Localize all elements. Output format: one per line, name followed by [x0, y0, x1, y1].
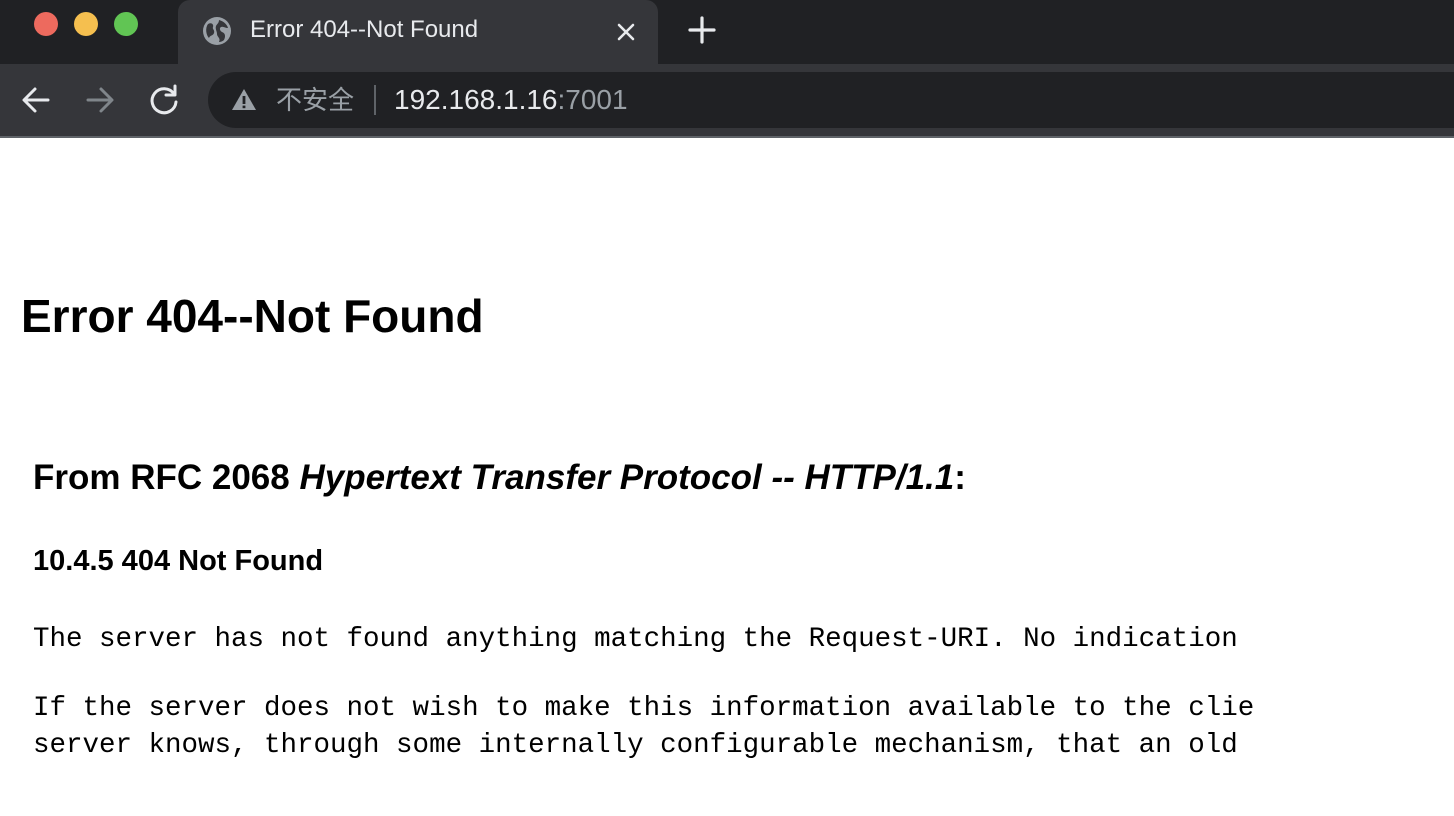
globe-icon [202, 16, 232, 46]
section-heading: 10.4.5 404 Not Found [33, 545, 324, 577]
browser-toolbar: 不安全 192.168.1.16:7001 [0, 64, 1454, 136]
rfc-heading: From RFC 2068 Hypertext Transfer Protoco… [33, 456, 966, 500]
rfc-suffix: : [954, 458, 966, 497]
url-text[interactable]: 192.168.1.16:7001 [394, 84, 628, 116]
arrow-right-icon[interactable] [82, 82, 118, 118]
omnibox-divider [374, 85, 376, 115]
plus-icon[interactable] [686, 14, 718, 46]
url-host: 192.168.1.16 [394, 84, 558, 115]
rfc-title: Hypertext Transfer Protocol -- HTTP/1.1 [299, 458, 955, 497]
tab-strip: Error 404--Not Found [0, 0, 1454, 64]
security-label[interactable]: 不安全 [276, 84, 354, 116]
window-maximize-button[interactable] [114, 12, 138, 36]
window-close-button[interactable] [34, 12, 58, 36]
page-content: Error 404--Not Found From RFC 2068 Hyper… [0, 138, 1454, 816]
body-paragraph-2-line-1: If the server does not wish to make this… [33, 693, 1255, 724]
arrow-left-icon[interactable] [18, 82, 54, 118]
body-paragraph-2-line-2: server knows, through some internally co… [33, 730, 1238, 761]
page-heading: Error 404--Not Found [21, 290, 484, 342]
address-bar[interactable]: 不安全 192.168.1.16:7001 [208, 72, 1454, 128]
reload-icon[interactable] [146, 82, 182, 118]
warning-triangle-icon[interactable] [230, 86, 258, 114]
close-icon[interactable] [612, 18, 640, 46]
rfc-prefix: From RFC 2068 [33, 458, 300, 497]
browser-window: Error 404--Not Found 不安全 192.168.1.16:70… [0, 0, 1454, 816]
tab-active[interactable]: Error 404--Not Found [178, 0, 658, 64]
body-paragraph-1: The server has not found anything matchi… [33, 624, 1238, 655]
url-port: :7001 [557, 84, 628, 115]
tab-title: Error 404--Not Found [250, 16, 479, 43]
window-minimize-button[interactable] [74, 12, 98, 36]
